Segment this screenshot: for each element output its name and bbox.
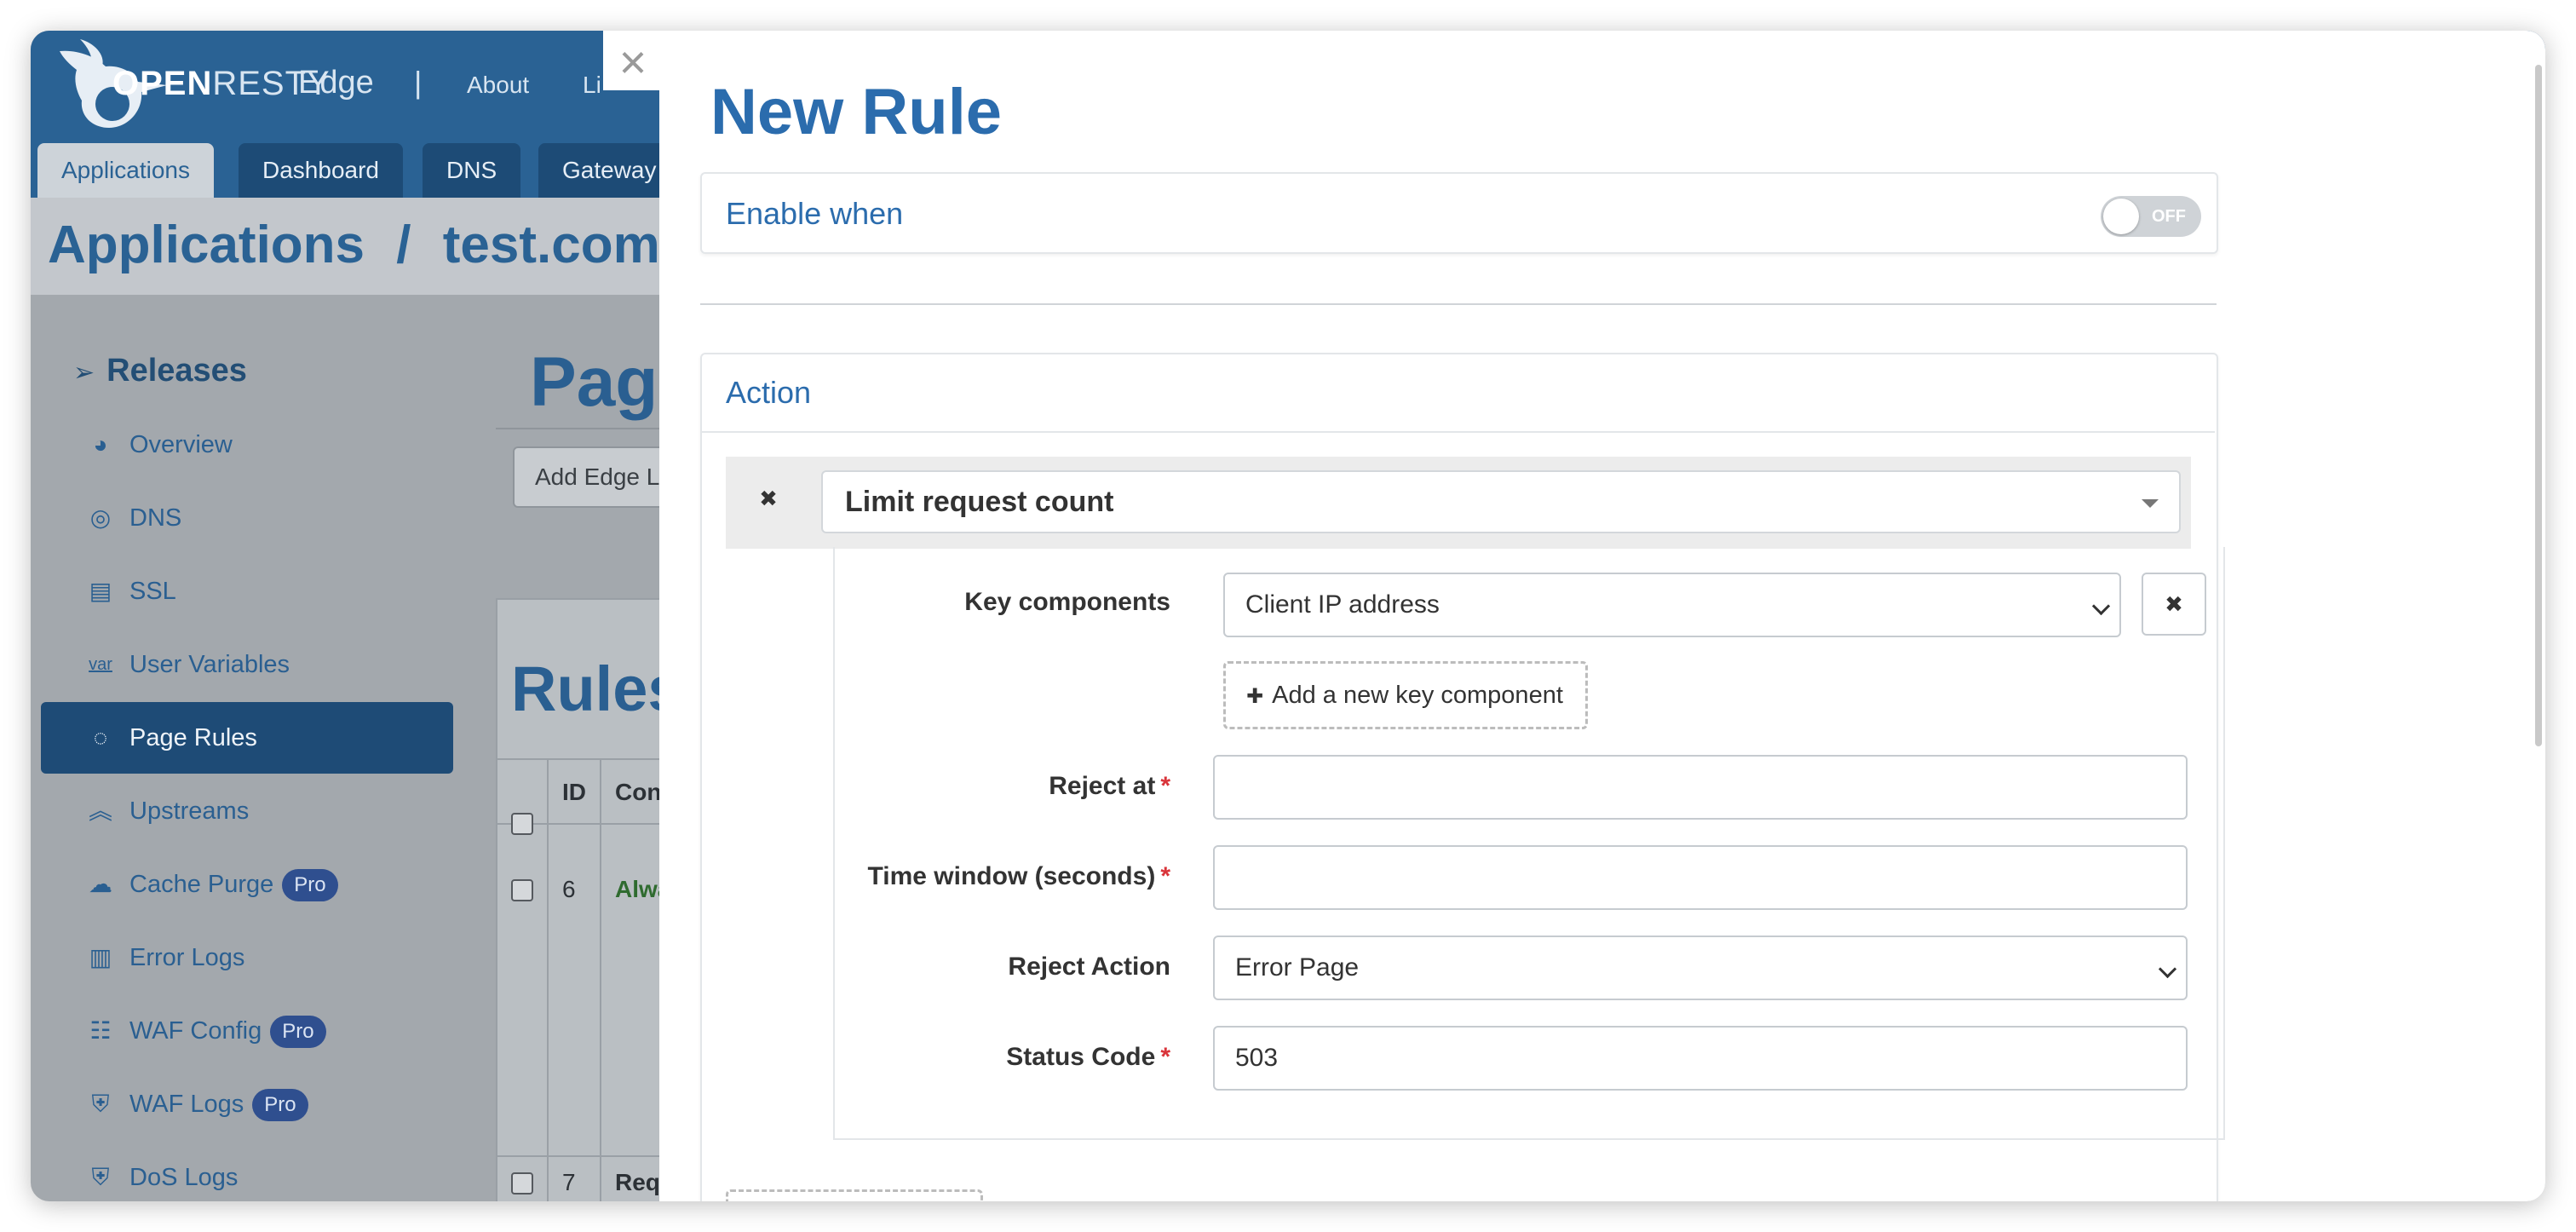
action-type-select[interactable]: Limit request count [821, 470, 2181, 533]
nav-link-about[interactable]: About [467, 72, 529, 99]
sidebar-item-user-variables[interactable]: var User Variables [41, 629, 453, 700]
sidebar-item-page-rules[interactable]: ◌ Page Rules [41, 702, 453, 774]
row-checkbox[interactable] [511, 879, 533, 901]
sidebar-item-waf-logs[interactable]: ⛨ WAF Logs Pro [41, 1068, 453, 1140]
enable-when-label: Enable when [726, 196, 904, 231]
breadcrumb-app[interactable]: test.com [443, 216, 660, 274]
shield-icon: ⛨ [91, 1164, 110, 1190]
row-checkbox[interactable] [511, 1172, 533, 1195]
select-all-checkbox[interactable] [511, 813, 533, 835]
status-code-input[interactable]: 503 [1213, 1026, 2188, 1091]
plus-icon: ✚ [1246, 685, 1264, 708]
tab-dns[interactable]: DNS [423, 143, 521, 198]
caret-down-icon [2142, 499, 2159, 508]
send-icon: ➢ [73, 359, 95, 387]
section-divider [700, 303, 2217, 305]
row-id: 7 [562, 1169, 576, 1195]
var-icon: var [89, 655, 112, 674]
row-id: 6 [562, 876, 576, 902]
browser-window: OPENRESTY Edge | About Li Applications D… [31, 31, 2545, 1201]
certificate-icon: ▤ [89, 578, 112, 604]
enable-when-toggle[interactable]: OFF [2101, 196, 2201, 237]
add-edge-button[interactable]: Add Edge L [513, 446, 683, 508]
enable-when-card [700, 172, 2218, 254]
selected-action: Limit request count [845, 486, 1114, 518]
remove-action-icon[interactable]: ✖ [751, 486, 785, 512]
sidebar-item-error-logs[interactable]: ▥ Error Logs [41, 922, 453, 993]
sidebar-item-cache-purge[interactable]: ☁ Cache Purge Pro [41, 849, 453, 920]
sidebar-title[interactable]: ➢ Releases [73, 353, 247, 389]
pro-badge: Pro [270, 1016, 326, 1049]
gauge-icon: ◕ [93, 431, 108, 458]
table-border [547, 760, 549, 1201]
upstream-icon: ︽ [88, 797, 112, 824]
breadcrumb: Applications / test.comHT [48, 215, 703, 275]
action-label: Action [726, 375, 812, 410]
sidebar-item-ssl[interactable]: ▤ SSL [41, 556, 453, 627]
reject-action-value: Error Page [1235, 953, 1360, 982]
action-header-divider [702, 431, 2215, 433]
chevron-down-icon [2158, 959, 2177, 979]
close-icon: ✖ [2165, 591, 2183, 617]
reject-at-input[interactable] [1213, 755, 2188, 820]
reject-at-label: Reject at * [1049, 772, 1170, 800]
page-title: New Rule [710, 76, 1003, 148]
shield-icon: ⛨ [91, 1091, 110, 1117]
list-icon: ☷ [89, 1017, 112, 1044]
toggle-knob [2103, 199, 2139, 234]
header-separator: | [414, 65, 423, 100]
key-component-value: Client IP address [1245, 590, 1440, 619]
sidebar-item-dos-logs[interactable]: ⛨ DoS Logs [41, 1142, 453, 1201]
globe-icon: ◎ [89, 504, 112, 531]
rules-icon: ◌ [93, 724, 108, 751]
chevron-down-icon [2091, 596, 2111, 616]
pro-badge: Pro [282, 869, 338, 902]
tab-applications[interactable]: Applications [37, 143, 214, 198]
add-action-button[interactable] [726, 1189, 983, 1201]
key-components-label: Key components [964, 588, 1170, 616]
log-icon: ▥ [89, 944, 112, 970]
time-window-label: Time window (seconds) * [867, 862, 1170, 890]
breadcrumb-separator: / [396, 216, 411, 274]
pro-badge: Pro [252, 1089, 308, 1122]
logo-edge-text: Edge [298, 65, 374, 101]
new-rule-panel: New Rule Enable when OFF Action ✖ Limit … [659, 31, 2545, 1201]
close-icon[interactable]: × [603, 31, 663, 90]
table-border [600, 760, 601, 1201]
required-mark: * [1160, 772, 1170, 800]
cloud-icon: ☁ [89, 871, 112, 897]
required-mark: * [1160, 1043, 1170, 1071]
reject-action-select[interactable]: Error Page [1213, 936, 2188, 1000]
rules-title: Rules [511, 653, 683, 724]
reject-action-label: Reject Action [1008, 953, 1170, 981]
sidebar-item-overview[interactable]: ◕ Overview [41, 409, 453, 481]
row-condition: Req [615, 1169, 660, 1195]
toggle-off-label: OFF [2152, 207, 2186, 226]
required-mark: * [1160, 862, 1170, 890]
scrollbar[interactable] [2535, 65, 2542, 746]
nav-link-truncated[interactable]: Li [583, 72, 601, 99]
status-code-label: Status Code * [1006, 1043, 1170, 1071]
table-header-condition: Con [615, 779, 662, 805]
remove-key-component-button[interactable]: ✖ [2142, 573, 2206, 636]
sidebar-item-dns[interactable]: ◎ DNS [41, 482, 453, 554]
time-window-input[interactable] [1213, 845, 2188, 910]
sidebar-item-waf-config[interactable]: ☷ WAF Config Pro [41, 995, 453, 1067]
sidebar-item-upstreams[interactable]: ︽ Upstreams [41, 775, 453, 847]
table-header-id: ID [562, 779, 586, 805]
breadcrumb-root[interactable]: Applications [48, 216, 365, 274]
key-component-select[interactable]: Client IP address [1223, 573, 2121, 637]
tab-dashboard[interactable]: Dashboard [239, 143, 403, 198]
add-key-component-button[interactable]: ✚ Add a new key component [1223, 661, 1588, 729]
